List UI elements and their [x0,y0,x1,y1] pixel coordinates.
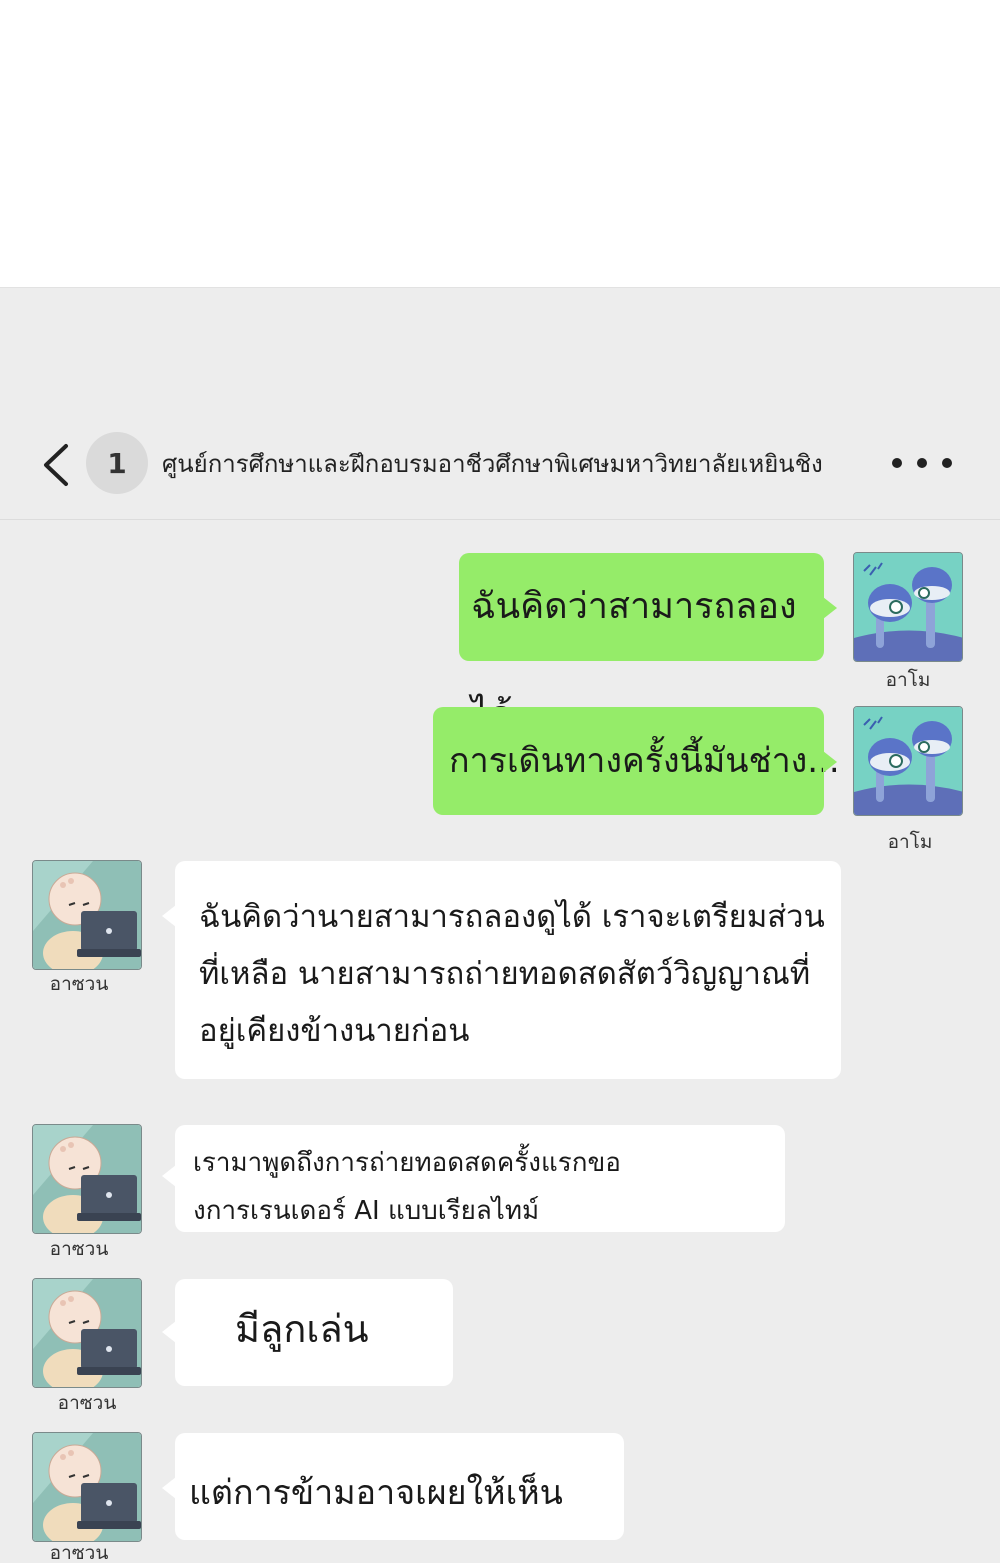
blank-top-area [0,0,1000,287]
sender-name: อาซวน [57,1392,117,1414]
unread-count-badge[interactable]: 1 [86,432,148,494]
avatar-amo[interactable] [853,706,963,816]
chevron-left-icon[interactable] [38,440,78,490]
avatar-asuan[interactable] [32,1124,142,1234]
message-bubble-outgoing[interactable]: ฉันคิดว่าสามารถลองได้ [459,553,837,735]
message-bubble-incoming[interactable]: แต่การข้ามอาจเผยให้เห็น [162,1433,624,1540]
message-text: ฉันคิดว่านายสามารถลองดูได้ เราจะเตรียมส่… [199,899,825,1049]
message-bubble-incoming[interactable]: มีลูกเล่น [162,1279,453,1386]
avatar-asuan[interactable] [32,1432,142,1542]
chat-title: ศูนย์การศึกษาและฝึกอบรมอาชีวศึกษาพิเศษมห… [162,450,823,478]
sender-name: อาซวน [49,1238,109,1260]
message-text: การเดินทางครั้งนี้มันช่าง... [449,741,840,781]
message-bubble-outgoing[interactable]: การเดินทางครั้งนี้มันช่าง... [433,707,840,815]
message-text: มีลูกเล่น [235,1307,369,1351]
sender-name: อาโม [887,831,933,853]
message-text: เรามาพูดถึงการถ่ายทอดสดครั้งแรกของการเรน… [193,1148,621,1226]
avatar-asuan[interactable] [32,1278,142,1388]
more-dots-icon[interactable] [892,450,952,476]
message-text: แต่การข้ามอาจเผยให้เห็น [189,1473,563,1513]
avatar-amo[interactable] [853,552,963,662]
message-bubble-incoming[interactable]: ฉันคิดว่านายสามารถลองดูได้ เราจะเตรียมส่… [162,861,841,1079]
sender-name: อาซวน [49,1542,109,1563]
sender-name: อาโม [885,669,931,691]
chat-header: 1 ศูนย์การศึกษาและฝึกอบรมอาชีวศึกษาพิเศษ… [0,410,1000,520]
message-bubble-incoming[interactable]: เรามาพูดถึงการถ่ายทอดสดครั้งแรกของการเรน… [162,1125,785,1232]
avatar-asuan[interactable] [32,860,142,970]
sender-name: อาซวน [49,973,109,995]
